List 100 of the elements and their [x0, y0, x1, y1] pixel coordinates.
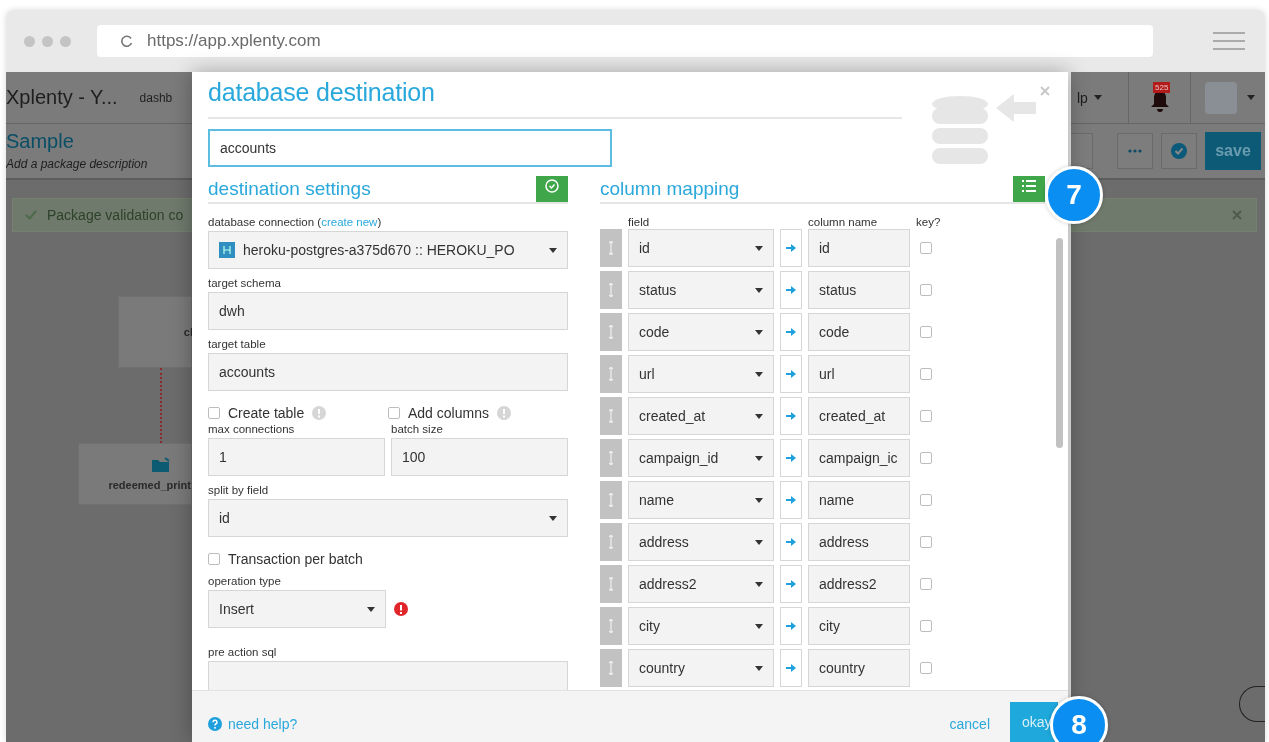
drag-handle[interactable]: [600, 229, 622, 267]
arrow-button[interactable]: [780, 271, 802, 309]
package-name: Sample: [6, 130, 75, 153]
drag-handle[interactable]: [600, 523, 622, 561]
column-name-field[interactable]: campaign_ic: [808, 439, 910, 477]
help-menu[interactable]: lp: [1077, 89, 1088, 106]
node-label: cl: [183, 326, 193, 338]
column-name-field[interactable]: id: [808, 229, 910, 267]
more-button[interactable]: [1117, 133, 1153, 169]
arrow-button[interactable]: [780, 229, 802, 267]
key-checkbox[interactable]: [920, 242, 932, 254]
field-select[interactable]: country: [628, 649, 774, 687]
dialog-title: database destination: [208, 78, 902, 119]
text-field[interactable]: dwh: [208, 292, 568, 330]
checkbox[interactable]: [388, 407, 400, 419]
window-control-dot[interactable]: [42, 35, 53, 47]
drag-handle[interactable]: [600, 607, 622, 645]
arrow-button[interactable]: [780, 439, 802, 477]
key-checkbox[interactable]: [920, 452, 932, 464]
arrow-button[interactable]: [780, 565, 802, 603]
field-select[interactable]: status: [628, 271, 774, 309]
field-label: ): [377, 216, 382, 228]
checkbox[interactable]: [208, 553, 220, 565]
arrow-button[interactable]: [780, 649, 802, 687]
checkbox-label: Add columns: [408, 405, 489, 421]
reload-icon[interactable]: [121, 35, 133, 47]
arrow-button[interactable]: [780, 607, 802, 645]
text-field[interactable]: 100: [391, 438, 568, 476]
key-checkbox[interactable]: [920, 284, 932, 296]
text-area[interactable]: [208, 661, 568, 690]
arrow-button[interactable]: [780, 481, 802, 519]
drag-handle[interactable]: [600, 397, 622, 435]
select-field[interactable]: id: [208, 499, 568, 537]
column-name-field[interactable]: address2: [808, 565, 910, 603]
drag-handle[interactable]: [600, 565, 622, 603]
close-icon[interactable]: [1232, 210, 1242, 220]
package-description[interactable]: Add a package description: [6, 157, 192, 171]
url-text: https://app.xplenty.com: [147, 31, 321, 51]
column-header: key?: [916, 216, 941, 228]
key-checkbox[interactable]: [920, 368, 932, 380]
key-checkbox[interactable]: [920, 494, 932, 506]
drag-handle[interactable]: [600, 649, 622, 687]
caret-icon: [755, 287, 763, 293]
caret-icon: [755, 497, 763, 503]
field-select[interactable]: id: [628, 229, 774, 267]
column-name-field[interactable]: code: [808, 313, 910, 351]
column-name-field[interactable]: country: [808, 649, 910, 687]
key-checkbox[interactable]: [920, 662, 932, 674]
column-name-field[interactable]: url: [808, 355, 910, 393]
key-checkbox[interactable]: [920, 536, 932, 548]
field-label: database connection (: [208, 216, 322, 228]
toolbar-button[interactable]: [1071, 133, 1093, 169]
drag-handle[interactable]: [600, 271, 622, 309]
arrow-button[interactable]: [780, 397, 802, 435]
address-bar[interactable]: https://app.xplenty.com: [97, 25, 1153, 57]
right-arrow-icon: [786, 370, 796, 378]
arrow-button[interactable]: [780, 523, 802, 561]
field-select[interactable]: name: [628, 481, 774, 519]
menu-icon[interactable]: [1213, 31, 1245, 51]
window-control-dot[interactable]: [60, 35, 71, 47]
validate-button[interactable]: [1161, 133, 1197, 169]
window-control-dot[interactable]: [24, 35, 35, 47]
drag-handle[interactable]: [600, 439, 622, 477]
key-checkbox[interactable]: [920, 326, 932, 338]
caret-icon: [549, 247, 557, 253]
column-name-field[interactable]: created_at: [808, 397, 910, 435]
checkbox[interactable]: [208, 407, 220, 419]
text-field[interactable]: accounts: [208, 353, 568, 391]
column-name-field[interactable]: city: [808, 607, 910, 645]
key-checkbox[interactable]: [920, 578, 932, 590]
field-select[interactable]: city: [628, 607, 774, 645]
column-name-field[interactable]: address: [808, 523, 910, 561]
key-checkbox[interactable]: [920, 620, 932, 632]
column-name-field[interactable]: name: [808, 481, 910, 519]
text-field[interactable]: 1: [208, 438, 385, 476]
drag-handle[interactable]: [600, 313, 622, 351]
field-select[interactable]: campaign_id: [628, 439, 774, 477]
field-select[interactable]: code: [628, 313, 774, 351]
text-field[interactable]: accounts: [208, 129, 612, 167]
nav-link[interactable]: dashb: [139, 90, 173, 105]
caret-icon[interactable]: [1247, 95, 1255, 100]
validation-message: Package validation co: [47, 207, 184, 223]
avatar[interactable]: [1205, 81, 1237, 114]
arrow-button[interactable]: [780, 355, 802, 393]
list-view-button[interactable]: [1013, 176, 1045, 202]
connection-select[interactable]: heroku-postgres-a375d670 :: HEROKU_PO: [208, 231, 568, 269]
caret-icon[interactable]: [1093, 95, 1102, 100]
scrollbar[interactable]: [1056, 238, 1063, 448]
field-select[interactable]: address2: [628, 565, 774, 603]
column-name-field[interactable]: status: [808, 271, 910, 309]
validate-button[interactable]: [536, 176, 568, 202]
drag-handle[interactable]: [600, 481, 622, 519]
select-field[interactable]: Insert: [208, 590, 386, 628]
field-select[interactable]: created_at: [628, 397, 774, 435]
drag-handle[interactable]: [600, 355, 622, 393]
arrow-button[interactable]: [780, 313, 802, 351]
right-arrow-icon: [786, 622, 796, 630]
field-select[interactable]: url: [628, 355, 774, 393]
key-checkbox[interactable]: [920, 410, 932, 422]
field-select[interactable]: address: [628, 523, 774, 561]
